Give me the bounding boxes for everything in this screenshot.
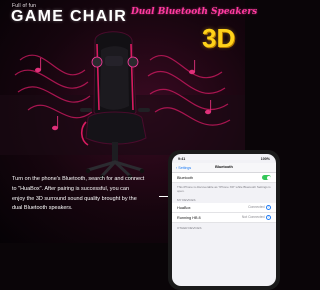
brand-title: GAME CHAIR [11, 8, 128, 25]
caption-line: dual Bluetooth speakers. [12, 205, 73, 212]
phone-mockup: 9:41 100% ‹ Settings Bluetooth Bluetooth… [168, 150, 280, 290]
nav-title: Bluetooth [215, 165, 233, 169]
chair-base [86, 160, 144, 178]
caption-line: Turn on the phone's Bluetooth, search fo… [12, 176, 145, 182]
bluetooth-toggle[interactable] [262, 175, 271, 180]
chair-headrest-pillow [105, 56, 123, 66]
chair-armrest-left [80, 108, 92, 112]
brand-subtitle: Dual Bluetooth Speakers [131, 7, 258, 17]
caption-line: to "HuaBox". After pairing is successful… [12, 185, 130, 192]
section-other-devices: OTHER DEVICES [177, 226, 202, 230]
status-battery: 100% [260, 156, 270, 161]
caption-line: enjoy the 3D surround sound quality brou… [12, 195, 137, 202]
phone-screen: 9:41 100% ‹ Settings Bluetooth Bluetooth… [172, 154, 276, 286]
info-icon[interactable]: i [265, 204, 271, 211]
info-icon[interactable]: i [265, 214, 271, 221]
badge-3d: 3D [202, 23, 236, 53]
device-status: Not Connected [241, 214, 265, 219]
device-status: Connected [248, 204, 265, 209]
bluetooth-row: Bluetooth [172, 173, 276, 183]
speaker-left-icon [91, 56, 103, 68]
chair-armrest-right [138, 108, 150, 112]
device-row[interactable]: Running HB 8 Not Connected i [172, 213, 276, 223]
device-name: Running HB 8 [177, 215, 201, 220]
chair-backrest-cushion [100, 46, 129, 110]
speaker-right-icon [127, 56, 139, 68]
instruction-caption: Turn on the phone's Bluetooth, search fo… [12, 175, 170, 214]
device-row[interactable]: HuaBox Connected i [172, 203, 276, 213]
bluetooth-label: Bluetooth [177, 175, 194, 180]
bluetooth-note: This iPhone is discoverable as "iPhone X… [177, 185, 271, 193]
status-time: 9:41 [178, 156, 186, 161]
device-name: HuaBox [177, 205, 191, 210]
chair-seat [85, 111, 147, 145]
section-my-devices: MY DEVICES [177, 198, 196, 202]
chair-gas-lift [112, 142, 118, 162]
status-bar: 9:41 100% [172, 154, 276, 163]
